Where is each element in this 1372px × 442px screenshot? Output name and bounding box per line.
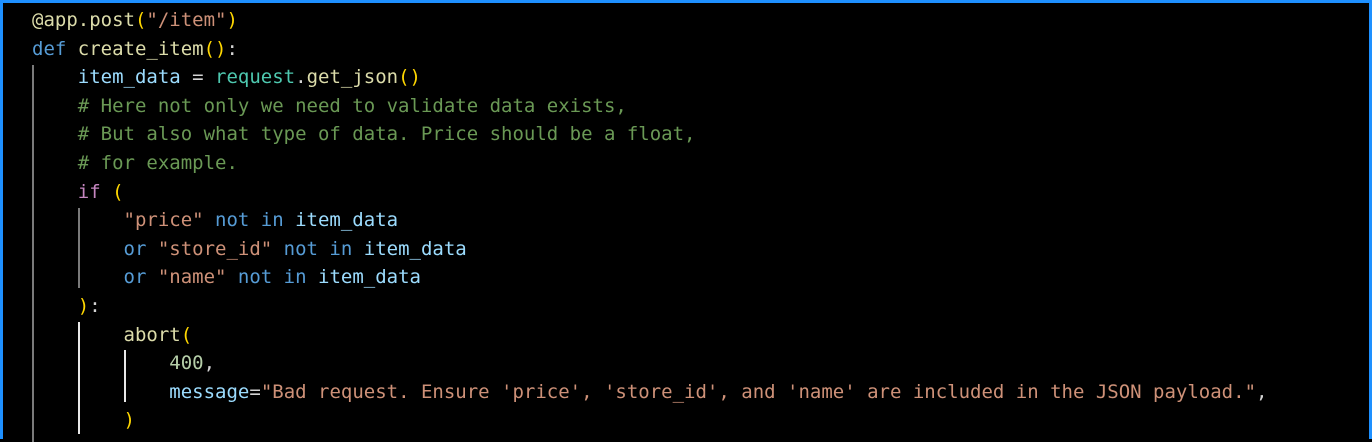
code-token: @app.post <box>32 9 135 31</box>
code-line[interactable]: item_data = request.get_json() <box>32 63 421 92</box>
code-token: # Here not only we need to validate data… <box>77 94 627 117</box>
code-line[interactable]: # Here not only we need to validate data… <box>32 92 627 121</box>
code-line[interactable]: abort( <box>32 321 193 350</box>
code-view[interactable]: @app.post("/item") def create_item(): ite… <box>3 3 1267 442</box>
code-token: def <box>32 37 78 60</box>
code-line[interactable]: "price" not in item_data <box>32 206 399 235</box>
code-token: = <box>180 66 216 89</box>
code-token: message <box>169 380 250 403</box>
code-line[interactable]: message="Bad request. Ensure 'price', 's… <box>32 378 1267 407</box>
code-token: "price" <box>123 209 204 232</box>
code-token: "Bad request. Ensure 'price', 'store_id'… <box>260 380 1257 403</box>
code-line[interactable]: @app.post("/item") <box>32 6 238 35</box>
code-token: not in <box>226 266 318 289</box>
code-token: request <box>215 66 296 89</box>
code-token: : <box>89 295 101 317</box>
code-line[interactable]: # for example. <box>32 149 238 178</box>
code-token: ) <box>226 9 238 31</box>
code-token: "store_id" <box>157 237 273 260</box>
code-token: get_json <box>306 66 399 89</box>
code-token: or <box>123 237 158 260</box>
code-token: 400 <box>169 352 204 375</box>
code-token: . <box>295 66 307 89</box>
code-token: not in <box>203 209 296 232</box>
code-token: if <box>77 180 113 203</box>
code-token: item_data <box>318 266 421 289</box>
code-token: abort <box>123 323 181 346</box>
code-token: ( <box>112 180 124 203</box>
code-token: item_data <box>77 66 181 89</box>
code-token: , <box>203 352 216 375</box>
code-token: item_data <box>363 237 467 260</box>
code-line[interactable]: 400, <box>32 349 215 378</box>
code-token: = <box>249 380 261 403</box>
code-token: # But also what type of data. Price shou… <box>77 123 696 146</box>
code-token: # for example. <box>77 152 238 174</box>
code-token: () <box>203 37 227 60</box>
code-token: , <box>1256 380 1268 403</box>
code-line[interactable]: def create_item(): <box>32 35 238 64</box>
code-token: "/item" <box>146 9 227 31</box>
code-token: ( <box>134 9 147 31</box>
code-line[interactable]: ): <box>32 292 101 321</box>
code-editor-frame: @app.post("/item") def create_item(): ite… <box>0 0 1372 442</box>
code-token: ) <box>77 295 90 317</box>
code-token: () <box>398 66 421 89</box>
code-token: or <box>123 266 158 289</box>
code-line[interactable]: ) <box>32 406 135 435</box>
code-token: ) <box>123 409 135 432</box>
code-token: not in <box>272 237 364 260</box>
code-line[interactable]: or "store_id" not in item_data <box>32 235 467 264</box>
code-line[interactable]: if ( <box>32 178 124 207</box>
code-line[interactable]: or "name" not in item_data <box>32 263 421 292</box>
code-line[interactable]: # But also what type of data. Price shou… <box>32 120 696 149</box>
code-token: ( <box>180 323 193 346</box>
code-token: item_data <box>295 209 399 232</box>
code-token: create_item <box>77 37 204 60</box>
code-token: : <box>226 37 238 60</box>
code-token: "name" <box>157 266 227 289</box>
